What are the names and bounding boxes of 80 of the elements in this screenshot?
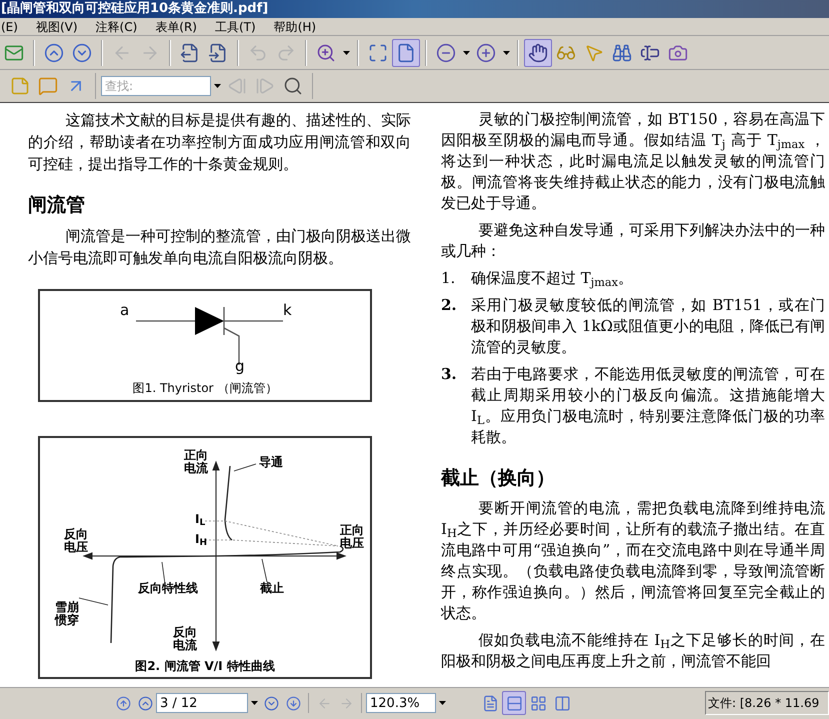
menu-item[interactable]: 帮助(H) bbox=[274, 18, 316, 34]
axis-label: 正向电压 bbox=[340, 524, 365, 550]
page-icon bbox=[396, 42, 416, 62]
paragraph: 闸流管是一种可控制的整流管，由门极向阴极送出微小信号电流即可触发单向电流自阳极流向阴极。 bbox=[28, 226, 411, 269]
menu-item[interactable]: (E) bbox=[1, 18, 18, 34]
file-size-text: 文件: [8.26 * 11.69 bbox=[708, 695, 820, 712]
axis-label: 正向电流 bbox=[184, 449, 209, 475]
right-arrow-icon bbox=[338, 696, 354, 710]
menu-item[interactable]: 视图(V) bbox=[36, 18, 78, 34]
redo-icon bbox=[276, 42, 296, 62]
zoom-field[interactable]: 120.3% bbox=[366, 693, 436, 713]
paragraph: 要断开闸流管的电流，需把负载电流降到维持电流 I$_{H}$之下，并历经必要时间，让所有的载流子撤出结。在直流电路中可用“强迫换向”，而在交流电路中则在导通半周终点实现。（负载电路使负载电流降到零，导致闸流管断开，称作强迫换向。）然后，闸流管将回复至完全截止的状态。 bbox=[441, 498, 825, 624]
list-text: 确保温度不超过 T$_{jmax}$。 bbox=[471, 268, 634, 289]
paragraph: 这篇技术文献的目标是提供有趣的、描述性的、实际的介绍，帮助读者在功率控制方面成功应用闸流管和双向可控硅，提出指导工作的十条黄金规则。 bbox=[28, 110, 411, 175]
rows-icon bbox=[506, 694, 522, 712]
speech-bubble-icon bbox=[38, 76, 58, 96]
caret-icon bbox=[462, 50, 470, 54]
page-import-icon bbox=[208, 42, 228, 62]
minus-icon bbox=[436, 42, 456, 62]
plus-icon bbox=[476, 42, 496, 62]
menu-item[interactable]: 工具(T) bbox=[214, 18, 256, 34]
page-export-icon bbox=[180, 42, 200, 62]
arrow-up-icon bbox=[116, 696, 130, 710]
grid-icon bbox=[530, 694, 546, 712]
axis-label: 雪崩惯穿 bbox=[55, 601, 80, 627]
axis-label: I$_{L}$ bbox=[195, 513, 206, 526]
paragraph: 灵敏的门极控制闸流管，如 BT150，容易在高温下因阳极至阴极的漏电而导通。假如结温 T$_{j}$ 高于 T$_{jmax}$ ，将达到一种状态，此时漏电流足以触发灵敏的闸流管门极。闸流管将丧失维持截止状态的能力，没有门极电流触发已处于导通。 bbox=[441, 109, 825, 214]
axis-label: I$_{H}$ bbox=[195, 533, 208, 546]
search-field[interactable]: 查找: bbox=[101, 76, 211, 96]
axis-label: 反向电压 bbox=[64, 528, 89, 554]
paragraph: 要避免这种自发导通，可采用下列解决办法中的一种或几种： bbox=[441, 220, 825, 262]
chevron-up-icon bbox=[44, 42, 64, 62]
figure-caption: 图2. 闸流管 V/I 特性曲线 bbox=[134, 659, 276, 673]
axis-label: 截止 bbox=[260, 582, 284, 595]
paragraph: 假如负载电流不能维持在 I$_{H}$之下足够长的时间，在阳极和阴极之间电压再度上升之前，闸流管不能回 bbox=[441, 630, 825, 672]
chevron-down-icon bbox=[264, 696, 278, 710]
axis-label: 反向特性线 bbox=[138, 582, 198, 595]
gate-label: g bbox=[235, 357, 245, 375]
step-forward-icon bbox=[255, 76, 275, 96]
arrow-down-icon bbox=[286, 696, 300, 710]
note-icon bbox=[10, 76, 30, 96]
section-heading: 闸流管 bbox=[28, 193, 86, 218]
list-text: 若由于电路要求，不能选用低灵敏度的闸流管，可在截止周期采用较小的门极反向偏流。这措施能增大 I$_{L}$。应用负门极电流时，特别要注意降低门极的功率耗散。 bbox=[471, 364, 825, 448]
section-heading: 截止（换向） bbox=[441, 466, 556, 491]
anode-label: a bbox=[120, 301, 130, 319]
chevron-down-icon bbox=[72, 42, 92, 62]
caret-icon bbox=[438, 701, 446, 705]
hand-icon bbox=[528, 42, 548, 62]
page-field[interactable]: 3 / 12 bbox=[156, 693, 248, 713]
list-number: 1. bbox=[441, 268, 456, 289]
text-cursor-icon bbox=[640, 42, 660, 62]
menu-item[interactable]: 注释(C) bbox=[96, 18, 138, 34]
menu-item[interactable]: 表单(R) bbox=[155, 18, 197, 34]
list-number: 3. bbox=[441, 364, 458, 385]
camera-icon bbox=[668, 42, 688, 62]
list-text: 采用门极灵敏度较低的闸流管，如 BT151，或在门极和阴极间串入 1kΩ或阻值更小的电阻，降低已有闸流管的灵敏度。 bbox=[471, 295, 825, 358]
single-page-button[interactable] bbox=[392, 38, 420, 66]
axis-label: 反向电流 bbox=[173, 626, 198, 652]
pointer-icon bbox=[584, 42, 604, 62]
envelope-icon bbox=[4, 42, 24, 62]
undo-icon bbox=[248, 42, 268, 62]
caret-icon bbox=[250, 701, 258, 705]
cathode-label: k bbox=[283, 301, 292, 319]
continuous-view-button[interactable] bbox=[502, 691, 526, 715]
columns-icon bbox=[554, 694, 570, 712]
search-icon bbox=[283, 76, 303, 96]
caret-icon bbox=[502, 50, 510, 54]
page-icon bbox=[482, 694, 498, 712]
page-fit-icon bbox=[368, 42, 388, 62]
caret-icon bbox=[342, 50, 350, 54]
list-number: 2. bbox=[441, 295, 458, 316]
caret-icon bbox=[214, 84, 220, 88]
hand-tool-button[interactable] bbox=[524, 38, 552, 66]
axis-label: 导通 bbox=[259, 456, 283, 469]
step-back-icon bbox=[227, 76, 247, 96]
figure-caption: 图1. Thyristor （闸流管） bbox=[132, 381, 278, 395]
magnifier-icon bbox=[316, 42, 336, 62]
window-title: [晶闸管和双向可控硅应用10条黄金准则.pdf] bbox=[1, 1, 268, 17]
chevron-up-icon bbox=[138, 696, 152, 710]
binoculars-icon bbox=[612, 42, 632, 62]
